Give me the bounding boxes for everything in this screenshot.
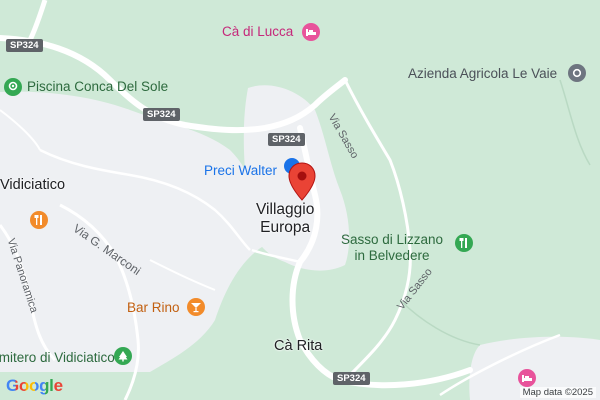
place-villaggio-line2: Europa [260, 218, 311, 236]
bed-icon[interactable] [302, 23, 320, 41]
google-logo: Google [6, 376, 63, 396]
place-vidiciatico[interactable]: Vidiciatico [0, 177, 65, 194]
place-villaggio-line1: Villaggio [256, 201, 315, 218]
poi-piscina-label[interactable]: Piscina Conca Del Sole [27, 79, 168, 95]
poi-azienda-label[interactable]: Azienda Agricola Le Vaie [408, 66, 557, 82]
sp324-shield: SP324 [143, 108, 180, 121]
sp324-shield: SP324 [6, 39, 43, 52]
poi-preci-walter-label[interactable]: Preci Walter [204, 163, 277, 179]
trail-2 [399, 299, 481, 346]
sp324-shield: SP324 [333, 372, 370, 385]
park-icon[interactable] [4, 78, 22, 96]
place-ca-rita[interactable]: Cà Rita [274, 338, 322, 355]
location-marker-icon[interactable] [287, 162, 317, 202]
poi-sasso-line1: Sasso di Lizzano [341, 232, 444, 247]
road-via-sasso [343, 79, 412, 382]
sp324-shield: SP324 [268, 133, 305, 146]
urban-area-vidiciatico [0, 91, 265, 372]
restaurant-icon[interactable] [30, 211, 48, 229]
cutlery-icon[interactable] [455, 234, 473, 252]
tree-icon[interactable] [114, 347, 132, 365]
poi-bar-rino-label[interactable]: Bar Rino [127, 300, 180, 316]
poi-sasso-label[interactable]: Sasso di Lizzano in Belvedere [341, 232, 443, 263]
place-villaggio-europa[interactable]: Villaggio Europa [256, 201, 314, 237]
map-canvas[interactable]: SP324 SP324 SP324 SP324 Via Sasso Via Sa… [0, 0, 600, 400]
road-north [27, 0, 48, 42]
trail-1 [559, 79, 591, 166]
cocktail-icon[interactable] [187, 298, 205, 316]
poi-cimitero-label[interactable]: Cimitero di Vidiciatico [0, 350, 115, 366]
map-attribution[interactable]: Map data ©2025 [519, 387, 596, 398]
poi-ca-di-lucca-label[interactable]: Cà di Lucca [222, 24, 293, 40]
location-icon[interactable] [568, 64, 586, 82]
poi-sasso-line2: in Belvedere [354, 247, 430, 263]
google-logo-text: Google [6, 376, 63, 395]
bed-icon[interactable] [518, 369, 536, 387]
